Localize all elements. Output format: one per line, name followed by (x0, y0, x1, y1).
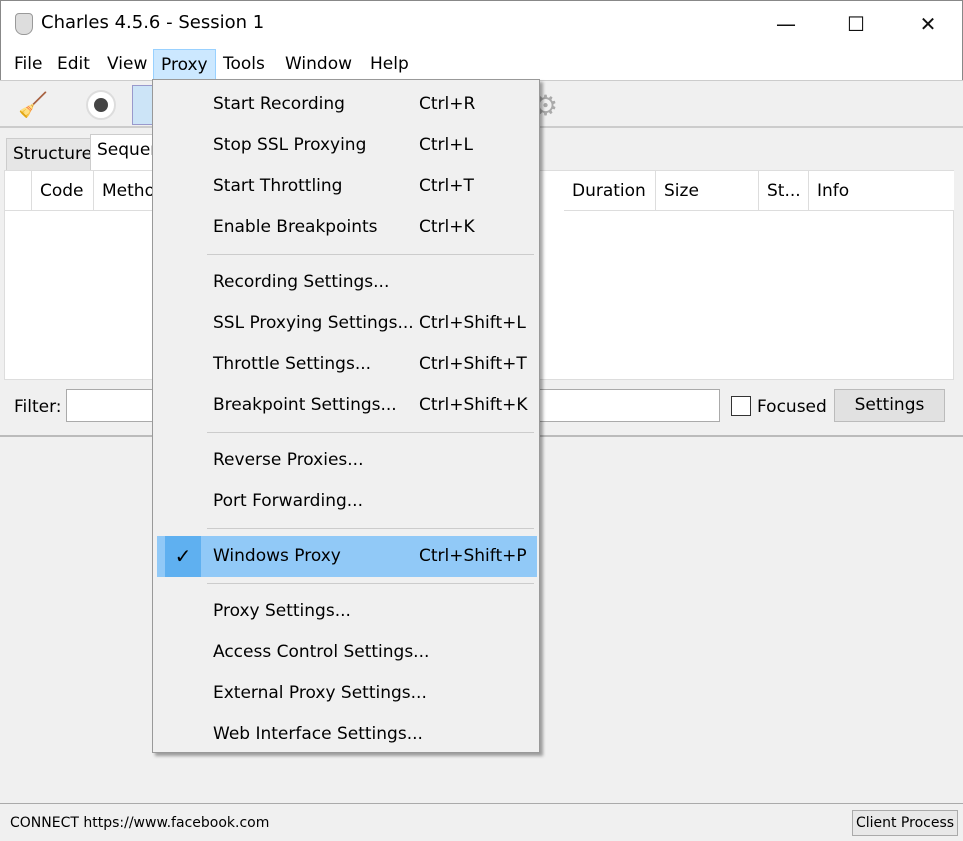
menu-item-access-control-settings[interactable]: Access Control Settings... (157, 632, 537, 673)
menu-item-label: Windows Proxy (213, 546, 341, 566)
menu-item-recording-settings[interactable]: Recording Settings... (157, 262, 537, 303)
menu-item-shortcut: Ctrl+L (419, 135, 473, 155)
title-bar: Charles 4.5.6 - Session 1 — ☐ ✕ (0, 0, 963, 46)
broom-icon[interactable]: 🧹 (18, 91, 48, 119)
menu-item-label: Recording Settings... (213, 272, 390, 292)
column-header-code[interactable]: Code (32, 171, 94, 211)
menu-item-external-proxy-settings[interactable]: External Proxy Settings... (157, 673, 537, 714)
menu-view[interactable]: View (100, 49, 154, 80)
column-header-size[interactable]: Size (656, 171, 759, 211)
column-header-duration[interactable]: Duration (564, 171, 656, 211)
settings-button[interactable]: Settings (834, 389, 945, 422)
minimize-button[interactable]: — (763, 9, 809, 39)
menu-item-windows-proxy[interactable]: ✓ Windows Proxy Ctrl+Shift+P (157, 536, 537, 577)
menu-item-stop-ssl-proxying[interactable]: Stop SSL Proxying Ctrl+L (157, 125, 537, 166)
focused-checkbox[interactable] (731, 396, 751, 416)
menu-item-label: Breakpoint Settings... (213, 395, 397, 415)
menu-item-shortcut: Ctrl+R (419, 94, 476, 114)
charles-jug-icon (15, 13, 33, 35)
menu-item-enable-breakpoints[interactable]: Enable Breakpoints Ctrl+K (157, 207, 537, 248)
menu-item-ssl-proxying-settings[interactable]: SSL Proxying Settings... Ctrl+Shift+L (157, 303, 537, 344)
focused-label: Focused (757, 397, 827, 417)
menu-item-proxy-settings[interactable]: Proxy Settings... (157, 591, 537, 632)
checkmark-icon: ✓ (165, 536, 201, 577)
menu-item-throttle-settings[interactable]: Throttle Settings... Ctrl+Shift+T (157, 344, 537, 385)
menu-separator (207, 254, 534, 255)
menu-item-label: Proxy Settings... (213, 601, 351, 621)
column-header-blank (5, 171, 32, 211)
menu-separator (207, 528, 534, 529)
menu-item-shortcut: Ctrl+Shift+K (419, 395, 528, 415)
menu-window[interactable]: Window (278, 49, 359, 80)
menu-item-breakpoint-settings[interactable]: Breakpoint Settings... Ctrl+Shift+K (157, 385, 537, 426)
menu-item-label: Stop SSL Proxying (213, 135, 367, 155)
maximize-button[interactable]: ☐ (833, 9, 879, 39)
proxy-menu-dropdown: Start Recording Ctrl+R Stop SSL Proxying Ct… (152, 79, 540, 753)
close-button[interactable]: ✕ (905, 9, 951, 39)
window-title: Charles 4.5.6 - Session 1 (41, 12, 265, 33)
menu-item-label: Access Control Settings... (213, 642, 430, 662)
menu-item-reverse-proxies[interactable]: Reverse Proxies... (157, 440, 537, 481)
filter-label: Filter: (14, 397, 62, 417)
tab-structure[interactable]: Structure (6, 138, 100, 170)
menu-item-label: Throttle Settings... (213, 354, 372, 374)
menu-separator (207, 432, 534, 433)
record-button[interactable] (86, 90, 116, 120)
menu-item-label: Port Forwarding... (213, 491, 363, 511)
menu-item-label: Start Recording (213, 94, 345, 114)
menu-item-label: Start Throttling (213, 176, 343, 196)
menu-item-start-throttling[interactable]: Start Throttling Ctrl+T (157, 166, 537, 207)
column-header-status[interactable]: St... (759, 171, 809, 211)
menu-item-shortcut: Ctrl+T (419, 176, 474, 196)
menu-bar: File Edit View Proxy Tools Window Help (0, 46, 963, 80)
menu-help[interactable]: Help (363, 49, 416, 80)
column-header-info[interactable]: Info (809, 171, 954, 211)
menu-file[interactable]: File (7, 49, 49, 80)
menu-separator (207, 583, 534, 584)
menu-item-label: Reverse Proxies... (213, 450, 364, 470)
client-process-button[interactable]: Client Process (852, 810, 958, 836)
menu-item-label: External Proxy Settings... (213, 683, 427, 703)
menu-proxy[interactable]: Proxy (153, 49, 216, 80)
menu-item-shortcut: Ctrl+Shift+L (419, 313, 526, 333)
menu-item-web-interface-settings[interactable]: Web Interface Settings... (157, 714, 537, 755)
status-text: CONNECT https://www.facebook.com (10, 815, 270, 831)
ssl-lock-button[interactable] (132, 85, 154, 125)
menu-item-label: Enable Breakpoints (213, 217, 378, 237)
menu-item-shortcut: Ctrl+Shift+P (419, 546, 527, 566)
status-bar: CONNECT https://www.facebook.com Client … (0, 803, 963, 841)
menu-item-port-forwarding[interactable]: Port Forwarding... (157, 481, 537, 522)
menu-tools[interactable]: Tools (216, 49, 272, 80)
menu-item-label: SSL Proxying Settings... (213, 313, 414, 333)
menu-item-shortcut: Ctrl+Shift+T (419, 354, 527, 374)
menu-edit[interactable]: Edit (50, 49, 97, 80)
menu-item-start-recording[interactable]: Start Recording Ctrl+R (157, 84, 537, 125)
menu-item-label: Web Interface Settings... (213, 724, 423, 744)
menu-item-shortcut: Ctrl+K (419, 217, 475, 237)
